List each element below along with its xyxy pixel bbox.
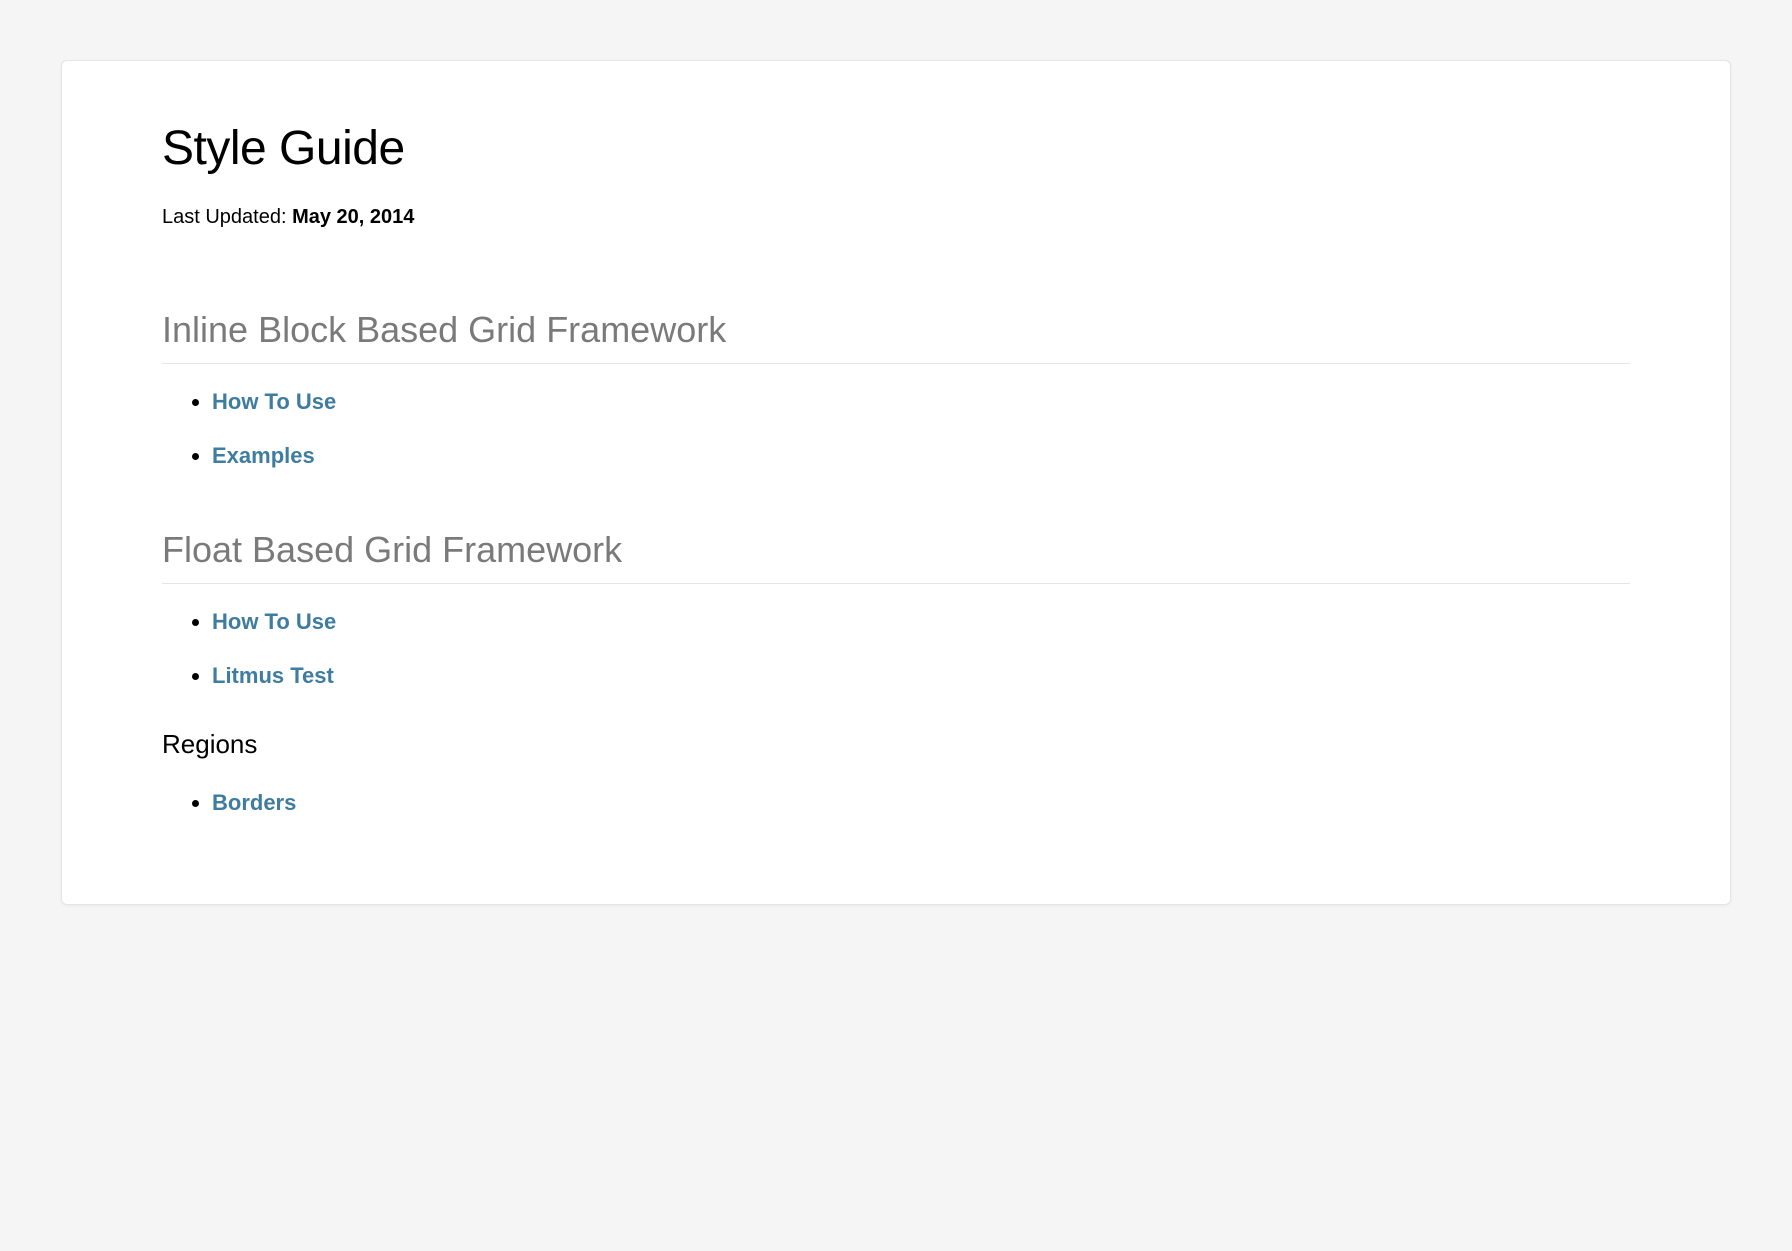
- list-item: Examples: [212, 443, 1630, 469]
- list-item: How To Use: [212, 389, 1630, 415]
- last-updated-label: Last Updated:: [162, 206, 292, 228]
- link-list-inline-block: How To Use Examples: [162, 389, 1630, 469]
- link-examples[interactable]: Examples: [212, 443, 315, 468]
- link-borders[interactable]: Borders: [212, 790, 296, 815]
- link-how-to-use[interactable]: How To Use: [212, 389, 336, 414]
- section-heading-inline-block: Inline Block Based Grid Framework: [162, 309, 1630, 364]
- link-litmus-test[interactable]: Litmus Test: [212, 663, 334, 688]
- subsection-heading-regions: Regions: [162, 729, 1630, 760]
- content-card: Style Guide Last Updated: May 20, 2014 I…: [61, 60, 1731, 905]
- last-updated: Last Updated: May 20, 2014: [162, 206, 1630, 229]
- last-updated-date: May 20, 2014: [292, 206, 414, 228]
- list-item: How To Use: [212, 609, 1630, 635]
- page-title: Style Guide: [162, 121, 1630, 176]
- link-list-regions: Borders: [162, 790, 1630, 816]
- section-heading-float-based: Float Based Grid Framework: [162, 529, 1630, 584]
- link-how-to-use-float[interactable]: How To Use: [212, 609, 336, 634]
- list-item: Litmus Test: [212, 663, 1630, 689]
- link-list-float-based: How To Use Litmus Test: [162, 609, 1630, 689]
- list-item: Borders: [212, 790, 1630, 816]
